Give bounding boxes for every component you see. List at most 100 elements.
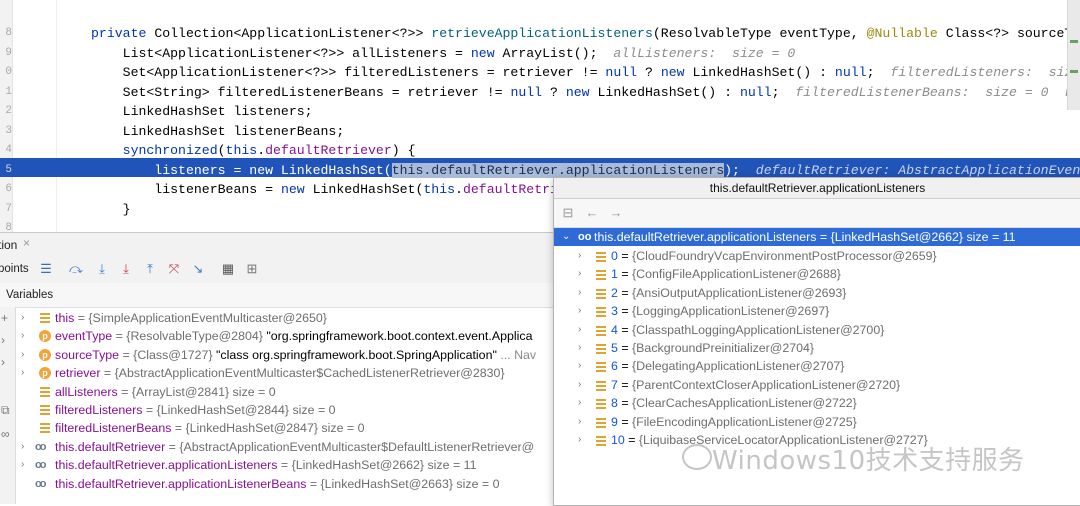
force-step-into-icon[interactable]: ⤓	[118, 261, 134, 277]
popup-list-item[interactable]: › 6 = {DelegatingApplicationListener@2707…	[554, 357, 1080, 375]
code-line[interactable]: 3 LinkedHashSet listenerBeans;	[0, 122, 1080, 141]
drop-frame-icon[interactable]: ⤧	[166, 261, 182, 277]
chevron-right-icon[interactable]: ›	[21, 438, 24, 456]
back-arrow-icon[interactable]: ←	[584, 205, 600, 221]
step-over-icon[interactable]: ⤼	[68, 261, 84, 277]
field-icon	[596, 288, 607, 299]
chevron-right-icon[interactable]: ›	[21, 309, 24, 327]
debug-tool-window-header: tion ×	[0, 232, 560, 257]
chevron-right-icon[interactable]: ›	[578, 357, 581, 375]
popup-item-text: 5 = {BackgroundPreinitializer@2704}	[611, 341, 815, 355]
field-icon	[596, 398, 607, 410]
popup-item-text: 9 = {FileEncodingApplicationListener@272…	[611, 414, 857, 429]
popup-item-text: 7 = {ParentContextCloserApplicationListe…	[611, 377, 901, 392]
parameter-icon: p	[39, 367, 51, 380]
popup-list-item[interactable]: › 1 = {ConfigFileApplicationListener@2688…	[554, 265, 1080, 283]
code-text: synchronized(this.defaultRetriever) {	[122, 143, 416, 158]
watermark-text: Windows10技术支持服务	[712, 446, 1025, 476]
popup-list-item[interactable]: › 8 = {ClearCachesApplicationListener@272…	[554, 394, 1080, 412]
variables-title: Variables	[6, 289, 54, 301]
chevron-icon[interactable]: ›	[1, 333, 5, 347]
variable-row[interactable]: › p eventType = {ResolvableType@2804} "org…	[15, 327, 560, 345]
variable-row[interactable]: allListeners = {ArrayList@2841} size = 0	[15, 383, 560, 401]
variable-row[interactable]: › oo this.defaultRetriever.applicationList…	[15, 456, 560, 474]
code-text: private Collection<ApplicationListener<?…	[91, 26, 1080, 41]
variable-text: this = {SimpleApplicationEventMulticaste…	[55, 311, 327, 325]
chevron-right-icon[interactable]: ›	[578, 265, 581, 283]
variable-row[interactable]: filteredListeners = {LinkedHashSet@2844}…	[15, 401, 560, 419]
menu-icon[interactable]: ☰	[38, 261, 54, 277]
popup-list-item[interactable]: › 4 = {ClasspathLoggingApplicationListene…	[554, 321, 1080, 339]
line-number: 4	[5, 144, 12, 156]
popup-list-item[interactable]: › 7 = {ParentContextCloserApplicationList…	[554, 376, 1080, 394]
chevron-right-icon[interactable]: ›	[578, 247, 581, 265]
step-into-icon[interactable]: ⤓	[94, 261, 110, 277]
chevron-right-icon[interactable]: ›	[21, 346, 24, 364]
editor-error-stripe[interactable]	[1067, 0, 1080, 110]
close-icon[interactable]: ×	[23, 236, 30, 250]
code-line[interactable]: 0 Set<ApplicationListener<?>> filteredLi…	[0, 63, 1080, 82]
variable-row[interactable]: filteredListenerBeans = {LinkedHashSet@2…	[15, 419, 560, 437]
variable-text: filteredListenerBeans = {LinkedHashSet@2…	[55, 421, 365, 436]
chevron-right-icon[interactable]: ›	[578, 321, 581, 339]
field-icon	[39, 386, 51, 398]
evaluate-expression-icon[interactable]: ▦	[220, 261, 236, 277]
variable-text: allListeners = {ArrayList@2841} size = 0	[55, 384, 276, 399]
field-icon	[596, 417, 607, 428]
field-icon	[39, 312, 51, 324]
variables-panel-header: Variables	[0, 283, 560, 308]
code-line[interactable]: 1 Set<String> filteredListenerBeans = re…	[0, 83, 1080, 102]
chevron-right-icon[interactable]: ›	[578, 284, 581, 302]
variable-text: filteredListeners = {LinkedHashSet@2844}…	[55, 403, 336, 417]
popup-list-item[interactable]: › 3 = {LoggingApplicationListener@2697}	[554, 302, 1080, 320]
step-out-icon[interactable]: ⤒	[142, 261, 158, 277]
chevron-right-icon[interactable]: ›	[578, 431, 581, 449]
line-number: 6	[5, 183, 12, 195]
popup-list-item[interactable]: › 9 = {FileEncodingApplicationListener@27…	[554, 413, 1080, 431]
chevron-right-icon[interactable]: ›	[21, 364, 24, 382]
field-icon	[596, 343, 607, 354]
breakpoints-tab[interactable]: points	[0, 263, 29, 275]
settings-icon[interactable]: ⊞	[244, 261, 260, 277]
code-text: }	[91, 201, 131, 217]
forward-arrow-icon[interactable]: →	[608, 205, 624, 221]
chevron-icon[interactable]: ›	[1, 355, 5, 369]
copy-icon[interactable]: ⧉	[1, 403, 10, 418]
variable-row[interactable]: › this = {SimpleApplicationEventMulticast…	[15, 309, 560, 327]
variable-text: retriever = {AbstractApplicationEventMul…	[55, 366, 505, 381]
popup-list-item[interactable]: › 5 = {BackgroundPreinitializer@2704}	[554, 339, 1080, 357]
chevron-right-icon[interactable]: ›	[578, 339, 581, 357]
variable-row[interactable]: › p retriever = {AbstractApplicationEventM…	[15, 364, 560, 382]
code-line[interactable]: 9 List<ApplicationListener<?>> allListen…	[0, 44, 1080, 63]
popup-list-item[interactable]: › 2 = {AnsiOutputApplicationListener@2693…	[554, 284, 1080, 302]
popup-root-row[interactable]: ⌄ oo this.defaultRetriever.applicationLi…	[554, 228, 1080, 247]
stripe-mark[interactable]	[1070, 70, 1078, 73]
chevron-right-icon[interactable]: ›	[21, 327, 24, 345]
popup-list-item[interactable]: › 0 = {CloudFoundryVcapEnvironmentPostPro…	[554, 247, 1080, 265]
line-number: 8	[5, 222, 12, 232]
chevron-right-icon[interactable]: ›	[578, 394, 581, 412]
chevron-right-icon[interactable]: ›	[578, 302, 581, 320]
code-line[interactable]: 2 LinkedHashSet listeners;	[0, 102, 1080, 121]
chevron-right-icon[interactable]: ›	[578, 376, 581, 394]
popup-item-text: 3 = {LoggingApplicationListener@2697}	[611, 304, 830, 319]
tree-icon[interactable]: ⊟	[560, 205, 576, 221]
chevron-right-icon[interactable]: ›	[578, 413, 581, 431]
variables-side-toolbar: + › › ⧉ ∞	[0, 307, 16, 504]
code-line[interactable]: 8 private Collection<ApplicationListener<…	[0, 24, 1080, 43]
variable-row[interactable]: › p sourceType = {Class@1727} "class org.s…	[15, 346, 560, 364]
debug-toolbar: points ☰ ⤼ ⤓ ⤓ ⤒ ⤧ ↘ ▦ ⊞	[0, 256, 560, 284]
chevron-down-icon[interactable]: ⌄	[562, 228, 570, 246]
field-icon	[39, 422, 51, 434]
variable-row[interactable]: oo this.defaultRetriever.applicationListe…	[15, 475, 560, 493]
watches-icon[interactable]: ∞	[1, 427, 10, 441]
stripe-mark[interactable]	[1070, 40, 1078, 43]
run-to-cursor-icon[interactable]: ↘	[190, 261, 206, 277]
code-line[interactable]: 4 synchronized(this.defaultRetriever) {	[0, 141, 1080, 160]
popup-item-text: 6 = {DelegatingApplicationListener@2707}	[611, 359, 845, 374]
chevron-right-icon[interactable]: ›	[21, 456, 24, 474]
variable-text: this.defaultRetriever = {AbstractApplica…	[55, 439, 535, 454]
variable-row[interactable]: › oo this.defaultRetriever = {AbstractAppl…	[15, 438, 560, 456]
wechat-logo-icon	[682, 444, 712, 470]
add-watch-icon[interactable]: +	[1, 311, 8, 325]
